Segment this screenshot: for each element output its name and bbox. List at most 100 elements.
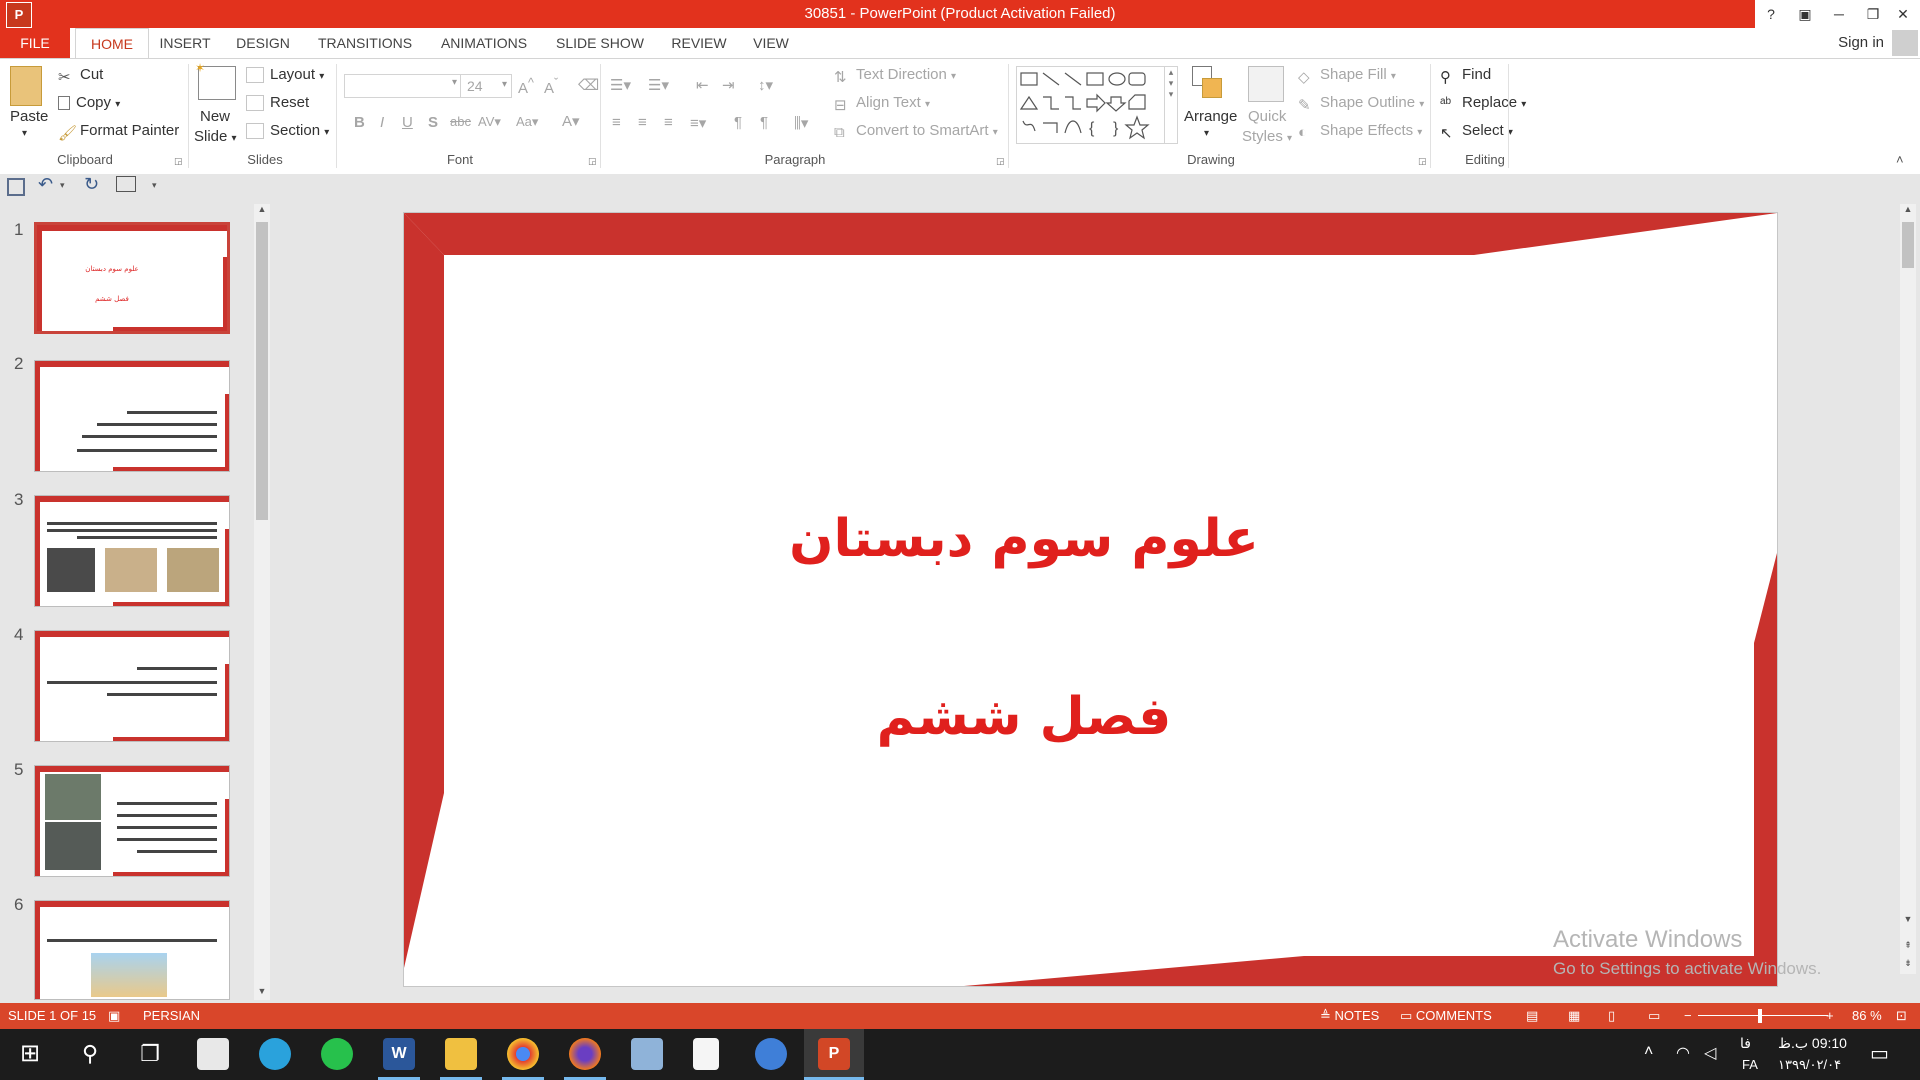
current-slide[interactable]: علوم سوم دبستان فصل ششم	[403, 212, 1778, 987]
arrange-icon[interactable]	[1192, 66, 1224, 100]
character-spacing-icon[interactable]: AV▾	[478, 114, 501, 130]
justify-icon[interactable]: ≡▾	[690, 114, 706, 132]
new-slide-label-2[interactable]: Slide ▾	[194, 128, 237, 145]
cut-button[interactable]: ✂ Cut	[58, 66, 103, 86]
zoom-slider-thumb[interactable]	[1758, 1009, 1762, 1023]
tab-slide-show[interactable]: SLIDE SHOW	[550, 28, 650, 58]
restore-button[interactable]: ❐	[1856, 0, 1890, 28]
decrease-font-size-icon[interactable]: Aˇ	[544, 76, 558, 97]
next-slide-icon[interactable]: ⇟	[1900, 958, 1916, 972]
scroll-down-icon[interactable]: ▼	[254, 986, 270, 1000]
increase-indent-icon[interactable]: ⇥	[722, 76, 735, 94]
thumbnails-scrollbar[interactable]: ▲ ▼	[254, 204, 270, 1000]
file-explorer-icon[interactable]	[445, 1038, 477, 1070]
collapse-ribbon-icon[interactable]: ˄	[1896, 152, 1904, 167]
scroll-down-icon[interactable]: ▼	[1900, 914, 1916, 928]
line-spacing-icon[interactable]: ↕▾	[758, 76, 773, 94]
save-icon[interactable]	[7, 178, 25, 196]
whatsapp-icon[interactable]	[321, 1038, 353, 1070]
tab-view[interactable]: VIEW	[746, 28, 796, 58]
paste-button[interactable]: Paste	[10, 108, 48, 125]
text-direction-button[interactable]: ⇅ Text Direction ▾	[834, 66, 956, 86]
slide-thumbnail-2[interactable]	[34, 360, 230, 472]
slide-thumbnail-1[interactable]: علوم سوم دبستان فصل ششم	[34, 222, 230, 334]
help-icon[interactable]: ?	[1754, 0, 1788, 28]
scrollbar-thumb[interactable]	[1902, 222, 1914, 268]
calculator-icon[interactable]	[197, 1038, 229, 1070]
slide-thumbnail-5[interactable]	[34, 765, 230, 877]
windows-start-icon[interactable]: ⊞	[14, 1038, 46, 1070]
search-icon[interactable]: ⚲	[74, 1038, 106, 1070]
reset-button[interactable]: Reset	[246, 94, 309, 112]
slide-show-icon[interactable]: ▭	[1648, 1003, 1660, 1029]
slide-scrollbar[interactable]: ▲ ▼ ⇞ ⇟	[1900, 204, 1916, 974]
arrange-button[interactable]: Arrange	[1184, 108, 1237, 125]
zoom-out-icon[interactable]: −	[1684, 1003, 1692, 1029]
normal-view-icon[interactable]: ▤	[1526, 1003, 1538, 1029]
tab-review[interactable]: REVIEW	[664, 28, 734, 58]
slide-sorter-icon[interactable]: ▦	[1568, 1003, 1580, 1029]
clock-date[interactable]: ۱۳۹۹/۰۲/۰۴	[1778, 1057, 1841, 1073]
text-shadow-icon[interactable]: S	[428, 114, 438, 131]
paragraph-launcher-icon[interactable]: ◲	[996, 156, 1005, 167]
align-center-icon[interactable]: ≡	[638, 114, 647, 131]
undo-dropdown-icon[interactable]: ▾	[60, 180, 65, 191]
start-from-beginning-icon[interactable]	[116, 176, 136, 192]
powerpoint-icon[interactable]: P	[818, 1038, 850, 1070]
underline-icon[interactable]: U	[402, 114, 413, 131]
font-launcher-icon[interactable]: ◲	[588, 156, 597, 167]
layout-button[interactable]: Layout ▾	[246, 66, 324, 84]
align-right-icon[interactable]: ≡	[664, 114, 673, 131]
quick-styles-button[interactable]: Quick	[1248, 108, 1286, 125]
tab-transitions[interactable]: TRANSITIONS	[312, 28, 418, 58]
font-name-input[interactable]: ▾	[344, 74, 462, 98]
align-text-button[interactable]: ⊟ Align Text ▾	[834, 94, 930, 114]
spell-check-icon[interactable]: ▣	[108, 1003, 120, 1029]
select-button[interactable]: ↖ Select ▾	[1440, 122, 1513, 142]
sign-in-link[interactable]: Sign in	[1838, 28, 1884, 58]
notepad-icon[interactable]	[693, 1038, 719, 1070]
shapes-gallery[interactable]: { } ▴ ▾ ▾	[1016, 66, 1178, 144]
shape-effects-button[interactable]: ◐ Shape Effects ▾	[1298, 122, 1422, 141]
word-icon[interactable]: W	[383, 1038, 415, 1070]
slide-thumbnail-4[interactable]	[34, 630, 230, 742]
find-button[interactable]: ⚲ Find	[1440, 66, 1491, 86]
paint-icon[interactable]	[631, 1038, 663, 1070]
reading-view-icon[interactable]: ▯	[1608, 1003, 1615, 1029]
show-hidden-icons-icon[interactable]: ˄	[1644, 1043, 1653, 1061]
change-case-icon[interactable]: Aa▾	[516, 114, 538, 130]
convert-smartart-button[interactable]: ⧉ Convert to SmartArt ▾	[834, 122, 998, 141]
user-avatar-icon[interactable]	[1892, 30, 1918, 56]
paste-dropdown-icon[interactable]: ▾	[22, 128, 27, 139]
volume-icon[interactable]: ◁	[1704, 1043, 1716, 1063]
bold-icon[interactable]: B	[354, 114, 365, 131]
ribbon-display-options-icon[interactable]: ▣	[1788, 0, 1822, 28]
shape-fill-button[interactable]: ◇ Shape Fill ▾	[1298, 66, 1396, 86]
quick-styles-icon[interactable]	[1248, 66, 1284, 102]
firefox-icon[interactable]	[569, 1038, 601, 1070]
zoom-in-icon[interactable]: +	[1826, 1003, 1834, 1029]
minimize-button[interactable]: ─	[1822, 0, 1856, 28]
section-button[interactable]: Section ▾	[246, 122, 329, 140]
keyboard-language-fa[interactable]: فا	[1740, 1035, 1751, 1052]
wifi-icon[interactable]: ◠	[1676, 1043, 1690, 1063]
repeat-icon[interactable]: ↻	[84, 174, 99, 195]
keyboard-language-code[interactable]: FA	[1742, 1057, 1758, 1072]
shape-outline-button[interactable]: ✎ Shape Outline ▾	[1298, 94, 1424, 114]
left-to-right-icon[interactable]: ¶	[734, 114, 742, 131]
zoom-level[interactable]: 86 %	[1852, 1003, 1882, 1029]
task-view-icon[interactable]: ❐	[134, 1038, 166, 1070]
clear-formatting-icon[interactable]: ⌫	[578, 76, 599, 94]
paste-icon[interactable]	[10, 66, 42, 106]
zoom-slider[interactable]	[1698, 1003, 1828, 1029]
app-icon[interactable]	[755, 1038, 787, 1070]
strikethrough-icon[interactable]: abc	[450, 114, 471, 129]
numbering-icon[interactable]: ☰▾	[648, 76, 669, 94]
replace-button[interactable]: ab Replace ▾	[1440, 94, 1526, 111]
format-painter-button[interactable]: 🖌 Format Painter	[58, 122, 179, 142]
font-color-icon[interactable]: A▾	[562, 112, 580, 130]
drawing-launcher-icon[interactable]: ◲	[1418, 156, 1427, 167]
scroll-up-icon[interactable]: ▲	[254, 204, 270, 218]
slide-title[interactable]: علوم سوم دبستان	[404, 509, 1644, 569]
tab-home[interactable]: HOME	[75, 28, 149, 59]
